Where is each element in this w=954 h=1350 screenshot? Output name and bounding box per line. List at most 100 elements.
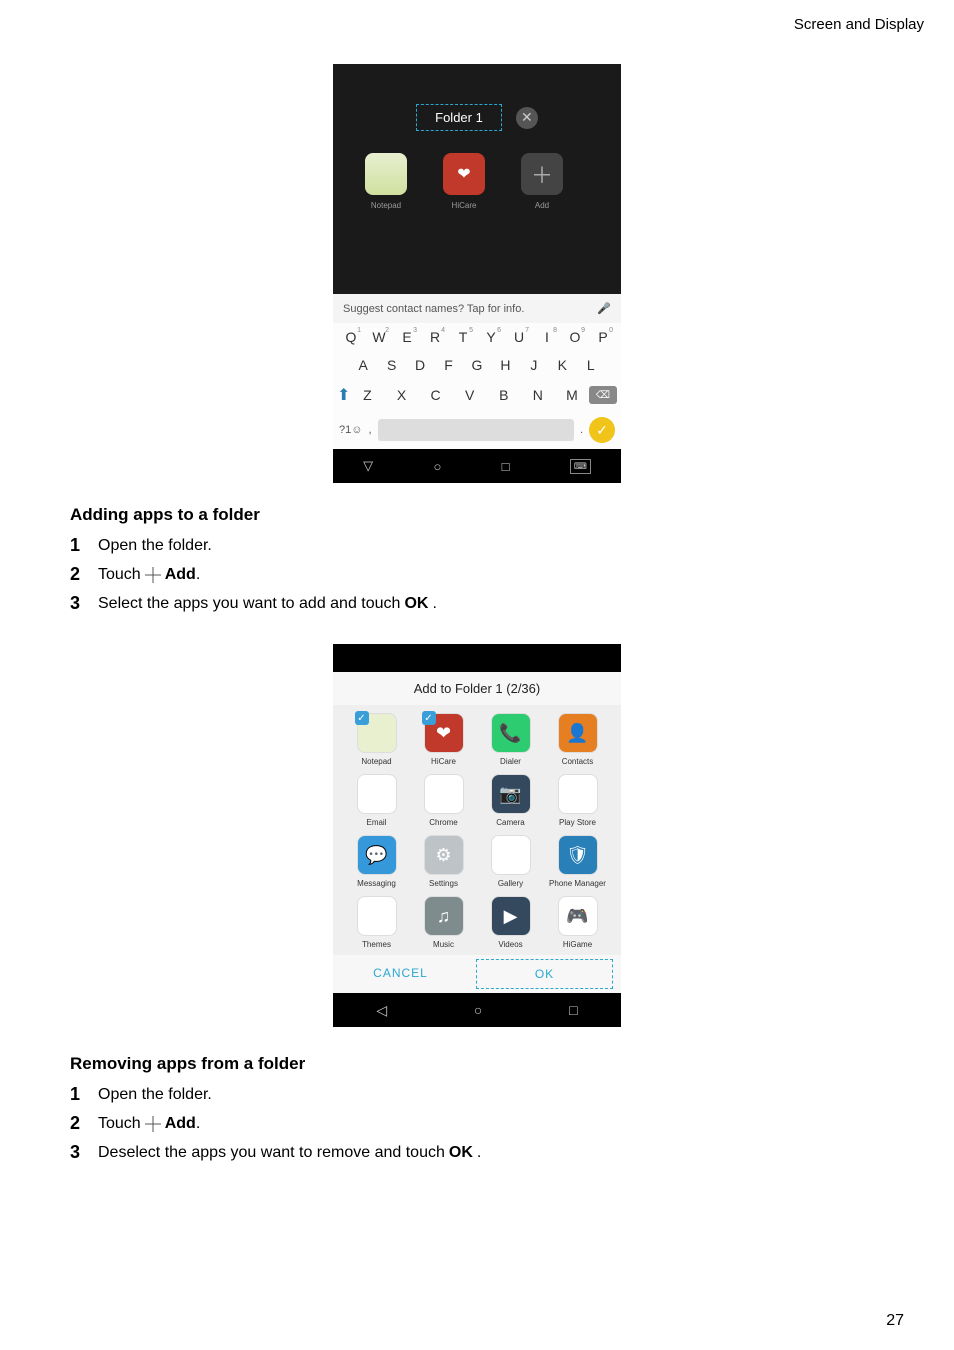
folder-app-add[interactable]: ＋ Add [515,153,569,210]
grid-app-hicare[interactable]: ❤✓HiCare [410,713,477,766]
key-A[interactable]: A [351,357,375,373]
figure-folder-rename: Folder 1 ✕ Notepad ❤ HiCare ＋ Add [70,64,884,483]
close-icon[interactable]: ✕ [516,107,538,129]
nav-keyboard-icon[interactable]: ⌨ [570,459,591,474]
hicare-icon: ❤ [443,153,485,195]
symbols-key[interactable]: ?1☺ [339,424,362,436]
app-label: Dialer [477,757,544,766]
enter-key[interactable]: ✓ [589,417,615,443]
key-G[interactable]: G [465,357,489,373]
folder-app-hicare[interactable]: ❤ HiCare [437,153,491,210]
key-N[interactable]: N [526,387,550,403]
app-label: Camera [477,818,544,827]
grid-app-videos[interactable]: ▶Videos [477,896,544,949]
grid-app-camera[interactable]: 📷 Camera [477,774,544,827]
key-I[interactable]: I8 [535,329,559,345]
key-X[interactable]: X [390,387,414,403]
videos-icon: ▶ [491,896,531,936]
keyboard-row-2: ASDFGHJKL [333,351,621,379]
android-navbar: ◁ ○ □ [333,993,621,1027]
grid-app-themes[interactable]: ❀Themes [343,896,410,949]
ok-button[interactable]: OK [476,959,613,989]
list-item: 1 Open the folder. [70,1084,884,1105]
key-E[interactable]: E3 [395,329,419,345]
shift-key[interactable]: ⬆ [337,385,350,405]
cancel-button[interactable]: CANCEL [333,955,468,993]
app-label: Settings [410,879,477,888]
grid-app-notepad[interactable]: ✓Notepad [343,713,410,766]
app-label: Contacts [544,757,611,766]
grid-app-contacts[interactable]: 👤Contacts [544,713,611,766]
list-item: 2 Touch Add. [70,1113,884,1134]
app-label: HiGame [544,940,611,949]
key-R[interactable]: R4 [423,329,447,345]
plus-icon [145,567,161,583]
key-S[interactable]: S [380,357,404,373]
grid-app-messaging[interactable]: 💬Messaging [343,835,410,888]
grid-app-play-store[interactable]: ▶Play Store [544,774,611,827]
period-key[interactable]: . [580,424,583,436]
key-O[interactable]: O9 [563,329,587,345]
key-F[interactable]: F [437,357,461,373]
grid-app-email[interactable]: ✉Email [343,774,410,827]
key-J[interactable]: J [522,357,546,373]
app-label: Play Store [544,818,611,827]
key-P[interactable]: P0 [591,329,615,345]
folder-title-input[interactable]: Folder 1 [416,104,502,131]
app-label: Email [343,818,410,827]
space-key[interactable] [378,419,574,441]
key-U[interactable]: U7 [507,329,531,345]
chrome-icon: ◯ [424,774,464,814]
grid-app-higame[interactable]: 🎮 HiGame [544,896,611,949]
app-label: Chrome [410,818,477,827]
grid-app-music[interactable]: ♫Music [410,896,477,949]
key-D[interactable]: D [408,357,432,373]
key-B[interactable]: B [492,387,516,403]
nav-home-icon[interactable]: ○ [433,459,441,474]
camera-icon: 📷 [491,774,531,814]
comma-key[interactable]: , [368,424,371,436]
key-C[interactable]: C [424,387,448,403]
mic-icon[interactable]: 🎤 [597,302,611,315]
key-Y[interactable]: Y6 [479,329,503,345]
grid-app-settings[interactable]: ⚙Settings [410,835,477,888]
key-Q[interactable]: Q1 [339,329,363,345]
higame-icon: 🎮 [558,896,598,936]
key-H[interactable]: H [493,357,517,373]
app-label: Themes [343,940,410,949]
phone-screenshot-2: Add to Folder 1 (2/36) ✓Notepad❤✓HiCare📞… [333,644,621,1027]
page-number: 27 [886,1312,904,1330]
grid-app-phone-manager[interactable]: 🛡Phone Manager [544,835,611,888]
nav-back-icon[interactable]: ▽ [363,458,373,474]
keyboard-suggest-bar[interactable]: Suggest contact names? Tap for info. 🎤 [333,294,621,323]
app-label: Music [410,940,477,949]
backspace-key[interactable]: ⌫ [589,386,617,404]
messaging-icon: 💬 [357,835,397,875]
header-section-label: Screen and Display [794,16,924,33]
keyboard-row-1: Q1W2E3R4T5Y6U7I8O9P0 [333,323,621,351]
subheading-adding: Adding apps to a folder [70,505,884,525]
key-M[interactable]: M [560,387,584,403]
nav-recent-icon[interactable]: □ [569,1002,577,1018]
dialog-title: Add to Folder 1 (2/36) [333,672,621,705]
key-L[interactable]: L [579,357,603,373]
nav-back-icon[interactable]: ◁ [376,1002,387,1019]
key-V[interactable]: V [458,387,482,403]
nav-home-icon[interactable]: ○ [474,1002,482,1018]
steps-adding: 1 Open the folder. 2 Touch Add. 3 Select… [70,535,884,614]
grid-app-gallery[interactable]: 🖼Gallery [477,835,544,888]
grid-app-dialer[interactable]: 📞 Dialer [477,713,544,766]
folder-app-notepad[interactable]: Notepad [359,153,413,210]
dialer-icon: 📞 [491,713,531,753]
key-W[interactable]: W2 [367,329,391,345]
keyboard-row-4: ?1☺ , . ✓ [333,411,621,449]
grid-app-chrome[interactable]: ◯ Chrome [410,774,477,827]
list-item: 2 Touch Add. [70,564,884,585]
gallery-icon: 🖼 [491,835,531,875]
steps-removing: 1 Open the folder. 2 Touch Add. 3 Desele… [70,1084,884,1163]
key-Z[interactable]: Z [355,387,379,403]
key-T[interactable]: T5 [451,329,475,345]
nav-recent-icon[interactable]: □ [502,459,510,474]
key-K[interactable]: K [550,357,574,373]
hicare-icon: ❤✓ [424,713,464,753]
